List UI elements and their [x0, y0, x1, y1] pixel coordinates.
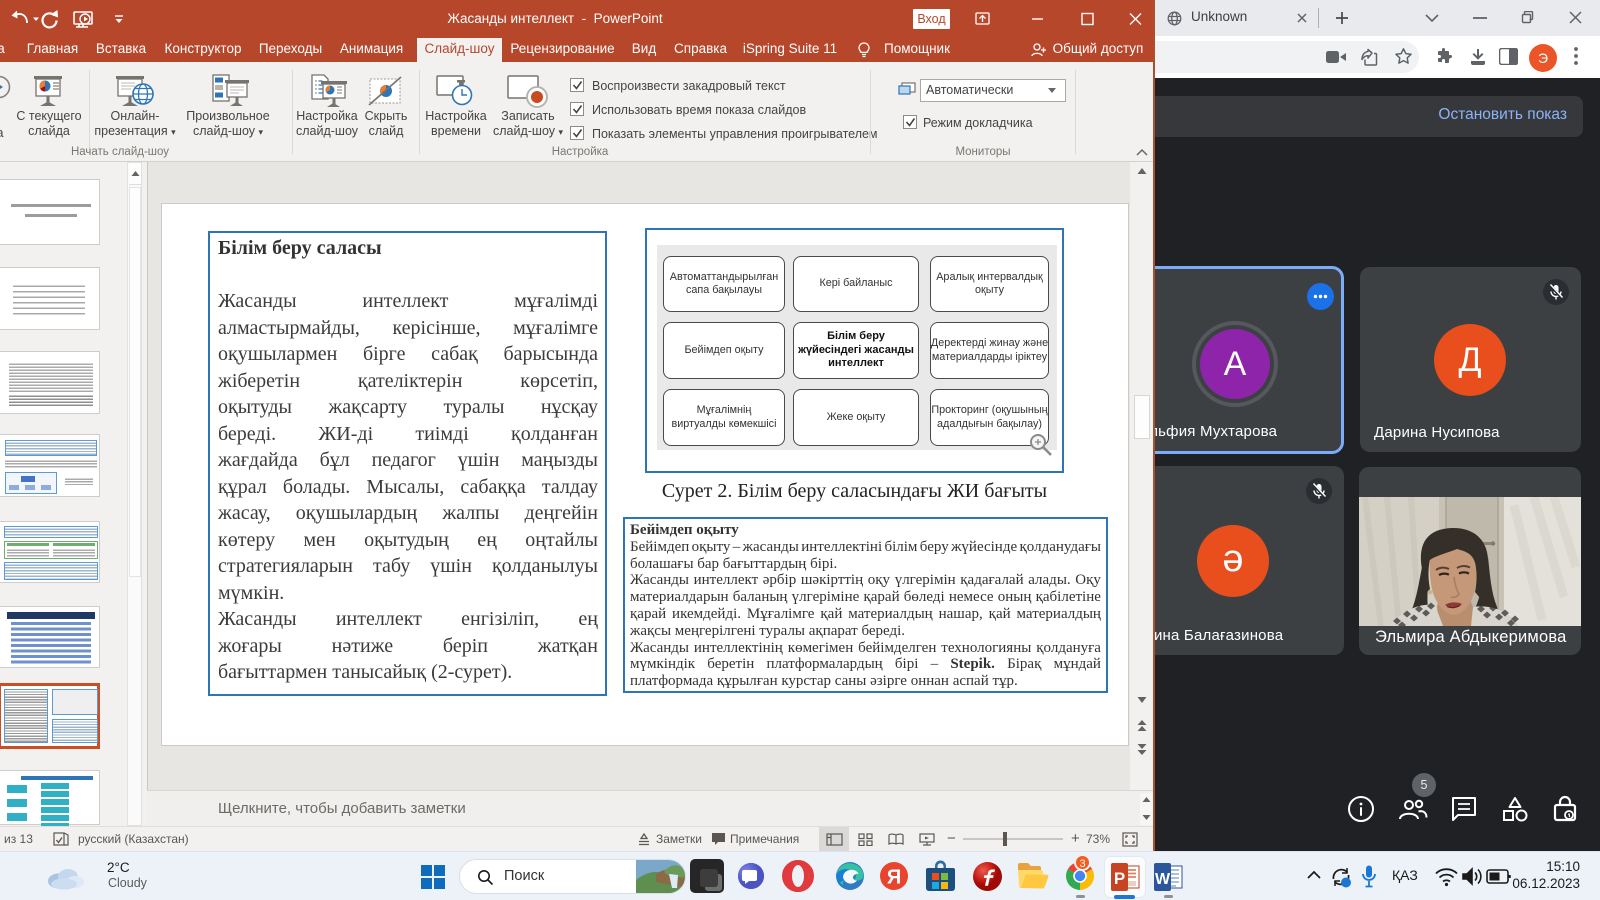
svg-text:Я: Я: [887, 867, 901, 889]
svg-text:W: W: [1155, 871, 1171, 888]
svg-text:P: P: [1114, 869, 1125, 888]
